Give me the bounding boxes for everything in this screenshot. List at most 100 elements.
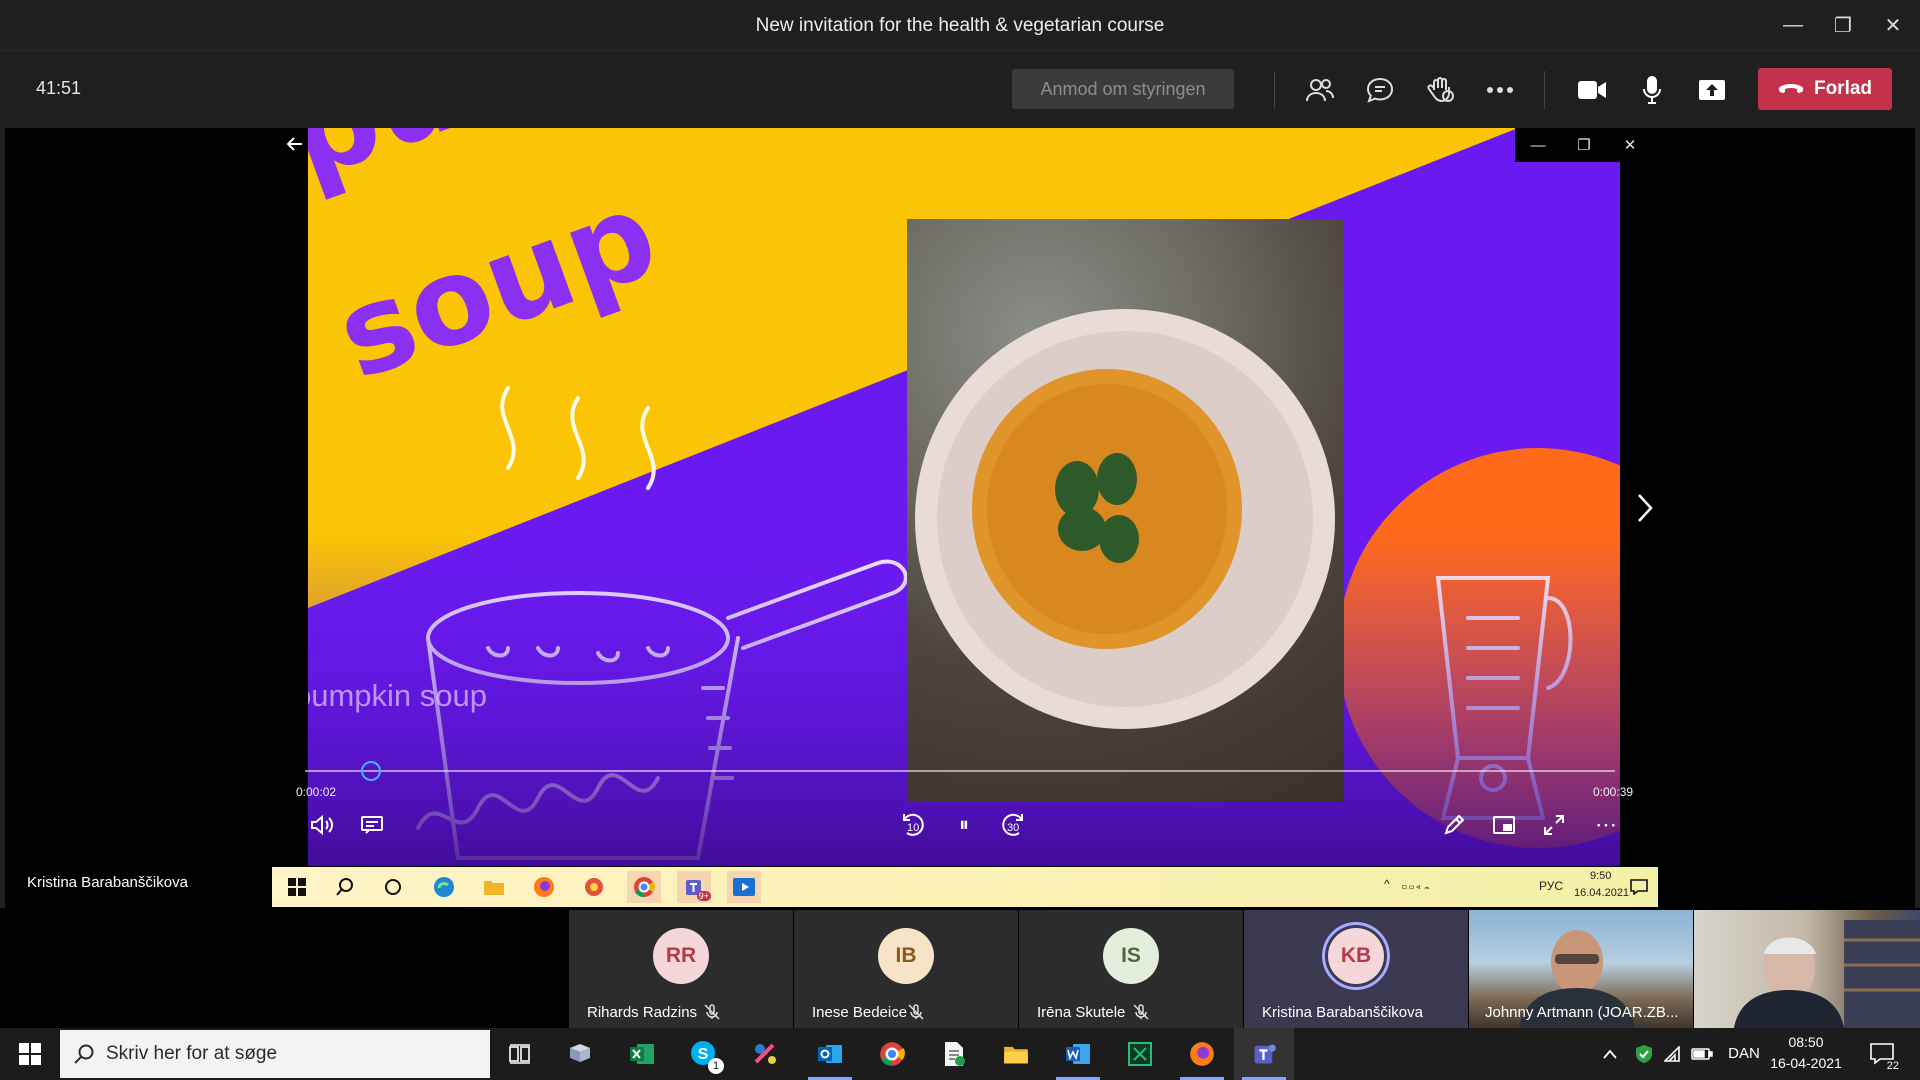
progress-track[interactable] xyxy=(305,770,1615,772)
restore-button[interactable]: ❐ xyxy=(1818,0,1868,50)
skype-badge: 1 xyxy=(708,1058,724,1074)
inner-chrome-button[interactable] xyxy=(627,871,661,903)
taskbar-app-firefox[interactable] xyxy=(1172,1028,1232,1080)
shared-slide: pumpkin soup pumpkin soup xyxy=(308,128,1620,866)
share-screen-icon xyxy=(1699,80,1725,100)
shared-windows-taskbar: 9+ ^ РУС 9:50 16.04.2021 xyxy=(272,867,1658,907)
restore-icon: ❐ xyxy=(1834,14,1852,37)
raise-hand-button[interactable] xyxy=(1420,71,1460,109)
taskbar-app-chrome[interactable] xyxy=(862,1028,922,1080)
teams-badge: 9+ xyxy=(696,891,711,901)
captions-icon xyxy=(361,816,383,834)
taskbar-app-snip[interactable] xyxy=(736,1028,796,1080)
mini-view-button[interactable] xyxy=(1487,808,1521,842)
taskbar-search-box[interactable]: Skriv her for at søge xyxy=(60,1030,490,1078)
start-button[interactable] xyxy=(0,1028,60,1080)
more-options-button[interactable]: ⋯ xyxy=(1589,808,1623,842)
tray-icons xyxy=(1402,884,1430,890)
taskbar-app-excel[interactable] xyxy=(612,1028,672,1080)
taskbar-app-teams[interactable] xyxy=(1234,1028,1294,1080)
request-control-button[interactable]: Anmod om styringen xyxy=(1012,69,1234,109)
inner-notifications-button[interactable] xyxy=(1622,871,1656,903)
progress-knob[interactable] xyxy=(360,761,381,781)
close-icon: ✕ xyxy=(1884,14,1902,37)
more-icon: ⋯ xyxy=(1595,812,1617,837)
inner-clock-date: 16.04.2021 xyxy=(1574,887,1630,899)
inner-edge-button[interactable] xyxy=(427,871,461,903)
inner-media-button[interactable] xyxy=(727,871,761,903)
participant-name: Kristina Barabanščikova xyxy=(1262,1004,1423,1021)
meeting-timer: 41:51 xyxy=(36,78,82,98)
leave-button[interactable]: Forlad xyxy=(1758,68,1892,110)
taskbar-app-excel-alt[interactable] xyxy=(1110,1028,1170,1080)
inner-teams-button[interactable]: 9+ xyxy=(677,871,711,903)
video-minimize-button[interactable]: — xyxy=(1515,128,1561,162)
search-icon xyxy=(74,1044,94,1064)
inner-app-button[interactable] xyxy=(577,871,611,903)
soup-bowl-image xyxy=(915,309,1335,729)
inner-search-button[interactable] xyxy=(328,871,362,903)
inner-tray-chevron-icon[interactable]: ^ xyxy=(1384,877,1390,891)
presenter-name: Kristina Barabanščikova xyxy=(27,874,188,891)
taskbar-app-word[interactable] xyxy=(1048,1028,1108,1080)
taskbar-app-outlook[interactable] xyxy=(800,1028,860,1080)
tray-clock-date[interactable]: 16-04-2021 xyxy=(1768,1055,1844,1071)
participant-tile-speaking[interactable]: KB Kristina Barabanščikova xyxy=(1244,910,1468,1028)
avatar: KB xyxy=(1328,928,1384,984)
chat-button[interactable] xyxy=(1360,71,1400,109)
back-arrow-button[interactable] xyxy=(283,132,307,156)
participant-tile[interactable]: IS Irēna Skutele xyxy=(1019,910,1243,1028)
taskbar-app-skype[interactable]: S 1 xyxy=(674,1028,734,1080)
skip-back-button[interactable]: 10 xyxy=(895,808,929,842)
inner-explorer-button[interactable] xyxy=(477,871,511,903)
folder-icon xyxy=(484,881,504,895)
inner-firefox-button[interactable] xyxy=(527,871,561,903)
more-actions-button[interactable] xyxy=(1480,71,1520,109)
minimize-button[interactable]: — xyxy=(1768,0,1818,50)
participant-video-tile[interactable] xyxy=(1694,910,1920,1028)
participant-tile[interactable]: RR Rihards Radzins xyxy=(569,910,793,1028)
task-view-button[interactable] xyxy=(490,1028,550,1080)
volume-button[interactable] xyxy=(305,808,339,842)
tray-battery[interactable] xyxy=(1684,1028,1720,1080)
snip-sketch-icon xyxy=(754,1043,776,1064)
microphone-button[interactable] xyxy=(1632,71,1672,109)
pencil-icon xyxy=(1444,814,1465,835)
close-icon: ✕ xyxy=(1623,137,1637,154)
shield-check-icon xyxy=(1636,1045,1652,1063)
tray-clock-time[interactable]: 08:50 xyxy=(1768,1034,1844,1050)
video-restore-button[interactable]: ❐ xyxy=(1561,128,1607,162)
notification-count: 22 xyxy=(1885,1060,1900,1072)
skip-forward-button[interactable]: 30 xyxy=(997,808,1031,842)
next-slide-button[interactable] xyxy=(1627,478,1663,538)
action-center-button[interactable]: 22 xyxy=(1854,1028,1910,1080)
task-view-icon xyxy=(509,1044,530,1064)
taskbar-app-file-explorer[interactable] xyxy=(986,1028,1046,1080)
fullscreen-button[interactable] xyxy=(1537,808,1571,842)
captions-button[interactable] xyxy=(355,808,389,842)
participant-name: Rihards Radzins xyxy=(587,1004,698,1021)
camera-button[interactable] xyxy=(1572,71,1612,109)
taskbar-app-notepad[interactable] xyxy=(924,1028,984,1080)
tray-overflow-button[interactable] xyxy=(1592,1028,1628,1080)
microphone-icon xyxy=(1643,76,1661,104)
draw-button[interactable] xyxy=(1437,808,1471,842)
close-window-button[interactable]: ✕ xyxy=(1868,0,1918,50)
tray-language[interactable]: DAN xyxy=(1724,1045,1764,1062)
edge-icon xyxy=(434,877,454,897)
participant-tile[interactable]: IB Inese Bedeice xyxy=(794,910,1018,1028)
pause-button[interactable]: ⏸ xyxy=(947,808,981,842)
participants-button[interactable] xyxy=(1300,71,1340,109)
folder-icon xyxy=(1004,1046,1028,1064)
firefox-icon xyxy=(1190,1042,1214,1066)
inner-clock-time: 9:50 xyxy=(1590,870,1612,882)
inner-cortana-button[interactable] xyxy=(376,871,410,903)
video-close-button[interactable]: ✕ xyxy=(1607,128,1653,162)
firefox-icon xyxy=(534,877,554,897)
taskbar-app-network[interactable] xyxy=(550,1028,610,1080)
participant-video-tile[interactable]: Johnny Artmann (JOAR.ZB... xyxy=(1469,910,1693,1028)
inner-language[interactable]: РУС xyxy=(1539,879,1563,893)
chrome-icon xyxy=(634,877,655,898)
share-screen-button[interactable] xyxy=(1692,71,1732,109)
inner-start-button[interactable] xyxy=(280,871,314,903)
